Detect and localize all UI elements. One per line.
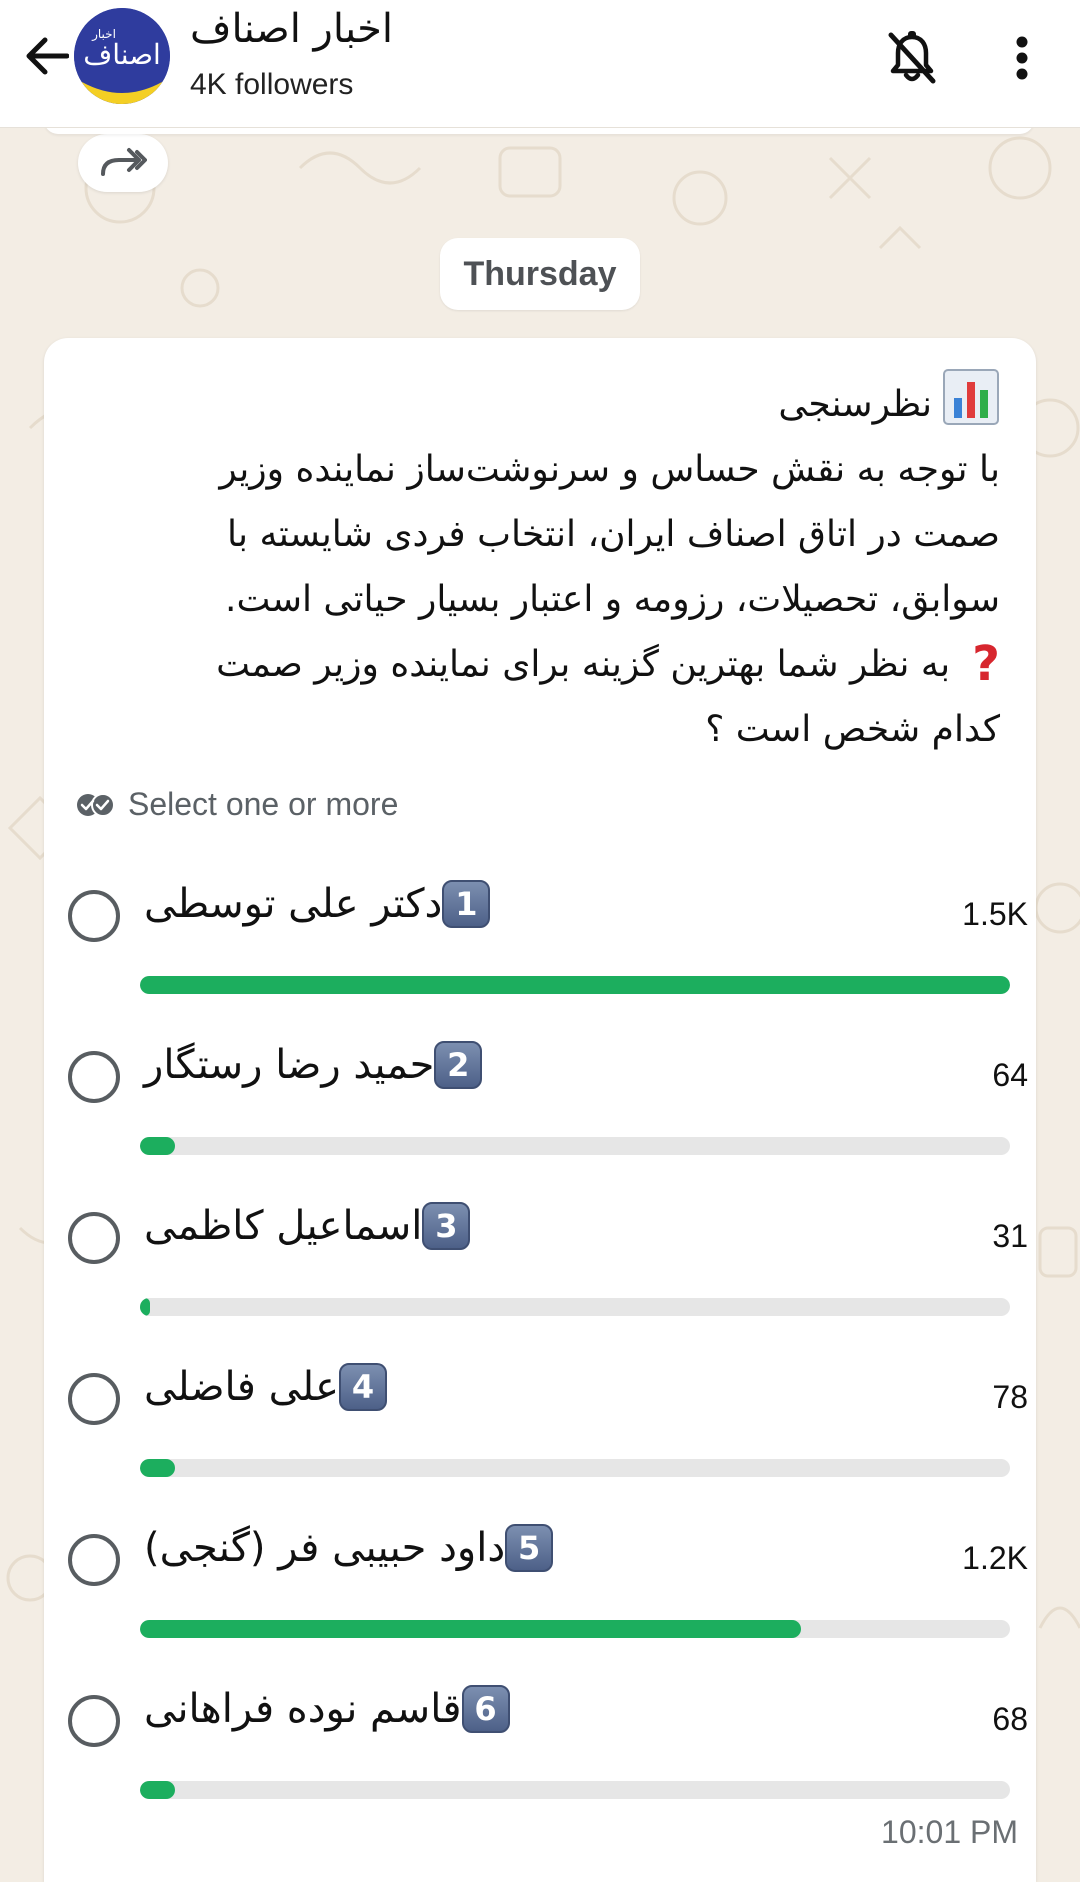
channel-logo: اصناف اخبار — [74, 8, 170, 104]
number-keycap-icon: 6 — [461, 1685, 510, 1733]
poll-message: نظرسنجی با توجه به نقش حساس و سرنوشت‌ساز… — [44, 338, 1036, 1882]
double-check-icon — [77, 792, 115, 817]
option-radio[interactable] — [68, 1534, 120, 1586]
channel-header: اصناف اخبار اخبار اصناف 4K followers — [0, 0, 1080, 128]
option-progress-track — [140, 1781, 1010, 1799]
option-label: 4 علی فاضلی — [144, 1363, 388, 1411]
option-radio[interactable] — [68, 1373, 120, 1425]
date-separator: Thursday — [440, 238, 640, 310]
option-progress-fill — [140, 1620, 802, 1638]
option-text: داود حبیبی فر (گنجی) — [144, 1525, 506, 1571]
select-hint-text: Select one or more — [128, 786, 399, 822]
option-label: 5 داود حبیبی فر (گنجی) — [144, 1524, 554, 1572]
svg-text:اخبار: اخبار — [91, 27, 116, 42]
bell-off-icon — [888, 31, 936, 84]
question-line-with-emoji: ? به نظر شما بهترین گزینه برای نماینده وز… — [120, 632, 1000, 697]
select-hint: Select one or more — [76, 786, 398, 823]
number-keycap-icon: 4 — [339, 1363, 388, 1411]
option-progress-track — [140, 1137, 1010, 1155]
option-radio[interactable] — [68, 1051, 120, 1103]
option-text: علی فاضلی — [144, 1364, 340, 1410]
option-label: 6 قاسم نوده فراهانی — [144, 1685, 510, 1733]
poll-option[interactable]: 5 داود حبیبی فر (گنجی) 1.2K — [68, 1518, 1028, 1658]
more-options-button[interactable] — [994, 26, 1050, 90]
number-keycap-icon: 1 — [442, 880, 491, 928]
mute-button[interactable] — [880, 26, 944, 90]
back-button[interactable] — [16, 26, 76, 86]
option-radio[interactable] — [68, 890, 120, 942]
option-text: حمید رضا رستگار — [144, 1042, 435, 1088]
poll-title: نظرسنجی — [778, 384, 932, 425]
bar-chart-emoji — [943, 369, 999, 425]
option-progress-fill — [140, 1298, 151, 1316]
channel-title[interactable]: اخبار اصناف — [190, 6, 393, 52]
option-progress-track — [140, 976, 1010, 994]
number-keycap-icon: 2 — [434, 1041, 483, 1089]
option-vote-count: 78 — [992, 1379, 1028, 1415]
question-line: صمت در اتاق اصناف ایران، انتخاب فردی شای… — [227, 514, 1000, 555]
option-vote-count: 31 — [992, 1218, 1028, 1254]
forward-button[interactable] — [78, 134, 168, 192]
poll-option[interactable]: 2 حمید رضا رستگار 64 — [68, 1035, 1028, 1175]
question-line: با توجه به نقش حساس و سرنوشت‌ساز نماینده… — [219, 449, 1000, 490]
message-time: 10:01 PM — [881, 1814, 1018, 1850]
option-vote-count: 68 — [992, 1701, 1028, 1737]
option-text: قاسم نوده فراهانی — [144, 1686, 462, 1732]
svg-text:اصناف: اصناف — [83, 38, 161, 71]
option-label: 3 اسماعیل کاظمی — [144, 1202, 471, 1250]
option-vote-count: 64 — [992, 1057, 1028, 1093]
question-line: سوابق، تحصیلات، رزومه و اعتبار بسیار حیا… — [225, 579, 1000, 620]
poll-option[interactable]: 3 اسماعیل کاظمی 31 — [68, 1196, 1028, 1336]
option-progress-fill — [140, 976, 1010, 994]
poll-question: نظرسنجی با توجه به نقش حساس و سرنوشت‌ساز… — [120, 368, 1000, 762]
channel-avatar[interactable]: اصناف اخبار — [74, 8, 170, 104]
option-vote-count: 1.5K — [962, 896, 1028, 932]
followers-count: 4K followers — [190, 68, 354, 101]
option-radio[interactable] — [68, 1212, 120, 1264]
option-vote-count: 1.2K — [962, 1540, 1028, 1576]
poll-option[interactable]: 6 قاسم نوده فراهانی 68 — [68, 1679, 1028, 1819]
question-line: به نظر شما بهترین گزینه برای نماینده وزی… — [216, 644, 951, 685]
question-line: کدام شخص است ؟ — [705, 709, 1000, 750]
poll-title-line: نظرسنجی — [120, 368, 1000, 437]
option-text: دکتر علی توسطی — [144, 881, 443, 927]
option-progress-track — [140, 1459, 1010, 1477]
option-radio[interactable] — [68, 1695, 120, 1747]
option-label: 2 حمید رضا رستگار — [144, 1041, 483, 1089]
forward-icon — [101, 148, 147, 176]
arrow-left-icon — [26, 37, 69, 75]
red-question-mark-emoji: ? — [972, 636, 1000, 692]
more-vertical-icon — [1016, 36, 1028, 80]
number-keycap-icon: 3 — [422, 1202, 471, 1250]
option-progress-fill — [140, 1137, 175, 1155]
option-label: 1 دکتر علی توسطی — [144, 880, 491, 928]
poll-option[interactable]: 1 دکتر علی توسطی 1.5K — [68, 874, 1028, 1014]
poll-option[interactable]: 4 علی فاضلی 78 — [68, 1357, 1028, 1497]
option-progress-track — [140, 1298, 1010, 1316]
option-text: اسماعیل کاظمی — [144, 1203, 423, 1249]
option-progress-fill — [140, 1781, 175, 1799]
option-progress-fill — [140, 1459, 175, 1477]
number-keycap-icon: 5 — [505, 1524, 554, 1572]
option-progress-track — [140, 1620, 1010, 1638]
